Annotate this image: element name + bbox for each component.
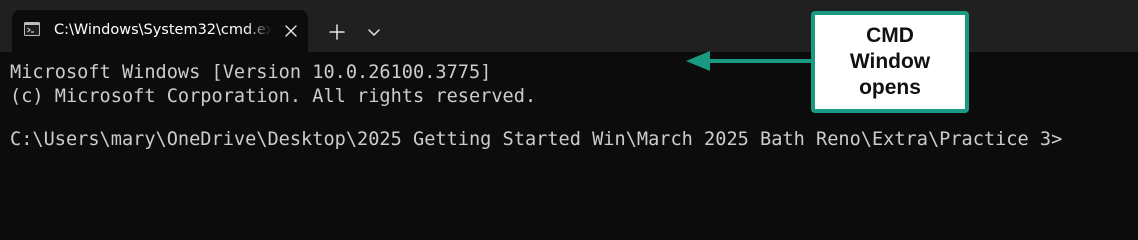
tab-title: C:\Windows\System32\cmd.exe: [54, 22, 272, 38]
callout-arrow: [686, 51, 812, 71]
tab-cmd[interactable]: C:\Windows\System32\cmd.exe: [12, 10, 308, 52]
chevron-down-icon[interactable]: [366, 24, 382, 40]
terminal-line: (c) Microsoft Corporation. All rights re…: [10, 86, 537, 107]
plus-icon[interactable]: [327, 22, 347, 42]
command-prompt: C:\Users\mary\OneDrive\Desktop\2025 Gett…: [10, 129, 1063, 150]
cmd-terminal-icon: [24, 21, 40, 37]
terminal-line: Microsoft Windows [Version 10.0.26100.37…: [10, 62, 492, 83]
annotation-callout: CMD Window opens: [811, 11, 969, 113]
annotation-text: CMD Window opens: [849, 24, 931, 99]
close-icon[interactable]: [284, 23, 298, 37]
